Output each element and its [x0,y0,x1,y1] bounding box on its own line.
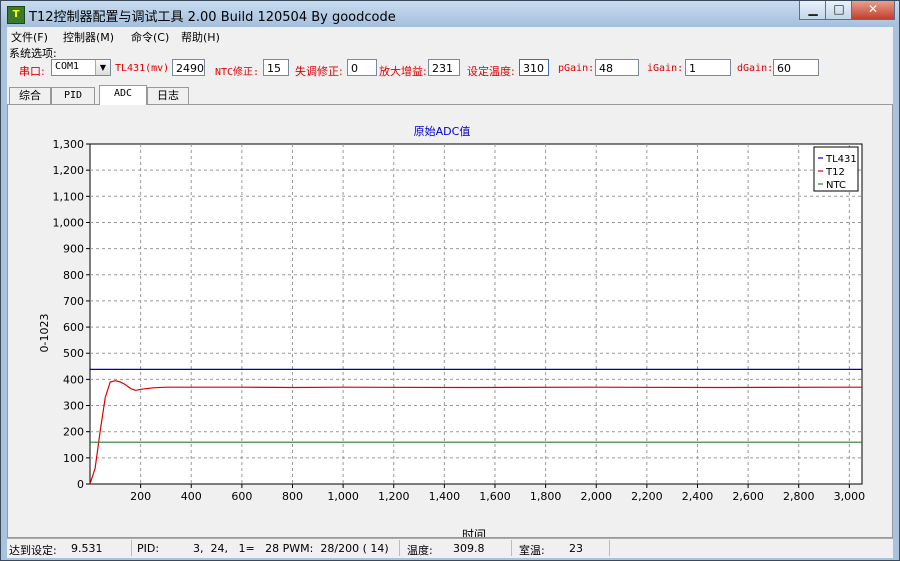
y-tick-label: 1,200 [53,164,85,177]
dgain-label: dGain: [737,63,774,74]
status-pid-label: PID: [137,542,160,555]
plot-area [89,143,863,485]
chevron-down-icon[interactable]: ▼ [95,60,110,75]
y-tick-label: 700 [63,295,84,308]
x-tick-label: 400 [181,490,202,503]
pgain-label: pGain: [558,63,595,74]
x-tick-label: 2,600 [732,490,764,503]
status-temp-label: 温度: [407,544,433,557]
status-separator [511,540,512,556]
x-tick-label: 1,400 [429,490,461,503]
close-button[interactable]: ✕ [851,1,895,20]
status-room-label: 室温: [519,544,545,557]
port-select-value: COM1 [55,61,80,72]
y-tick-label: 100 [63,452,84,465]
y-tick-label: 200 [63,426,84,439]
ntc-field[interactable]: 15 [263,59,289,76]
x-tick-label: 1,600 [479,490,511,503]
y-tick-label: 1,100 [53,190,85,203]
menu-command[interactable]: 命令(C) [131,29,169,45]
menu-file[interactable]: 文件(F) [11,29,48,45]
y-tick-label: 900 [63,243,84,256]
status-pid-value: 3, 24, 1= 28 PWM: 28/200 ( 14) [193,542,389,555]
menu-help[interactable]: 帮助(H) [181,29,220,45]
menu-bar: 文件(F) 控制器(M) 命令(C) 帮助(H) [7,27,893,44]
offset-label: 失调修正: [295,65,343,78]
y-tick-label: 1,000 [53,216,85,229]
adc-chart: 原始ADC值 时间 0-1023 200 400 600 800 1,000 1,200 1… [38,124,866,537]
x-tick-label: 1,000 [327,490,359,503]
menu-controller[interactable]: 控制器(M) [63,29,114,45]
app-window: T T12控制器配置与调试工具 2.00 Build 120504 By goo… [0,0,900,561]
y-tick-label: 600 [63,321,84,334]
window-title: T12控制器配置与调试工具 2.00 Build 120504 By goodc… [29,10,396,25]
status-bar: 达到设定: 9.531 PID: 3, 24, 1= 28 PWM: 28/20… [7,538,893,558]
status-separator [609,540,610,556]
tl431-field[interactable]: 2490 [172,59,205,76]
set-temp-field[interactable]: 310 [519,59,549,76]
tab-overview[interactable]: 综合 [9,87,51,104]
y-axis-label: 0-1023 [38,314,51,353]
title-bar[interactable]: T T12控制器配置与调试工具 2.00 Build 120504 By goo… [1,1,899,27]
y-tick-label: 500 [63,347,84,360]
y-tick-label: 400 [63,373,84,386]
status-temp-value: 309.8 [453,542,485,555]
status-reached-label: 达到设定: [9,544,57,557]
tab-pid[interactable]: PID [51,87,95,104]
status-separator [399,540,400,556]
y-tick-label: 300 [63,400,84,413]
grid-layer [89,143,863,485]
x-tick-label: 1,800 [530,490,562,503]
app-icon[interactable]: T [7,6,25,24]
x-tick-label: 2,400 [682,490,714,503]
igain-field[interactable]: 1 [685,59,731,76]
legend: TL431 T12 NTC [813,146,859,192]
gain-field[interactable]: 231 [428,59,460,76]
chart-title: 原始ADC值 [414,124,471,138]
x-tick-label: 3,000 [834,490,866,503]
tab-adc[interactable]: ADC [99,85,147,105]
pgain-field[interactable]: 48 [595,59,639,76]
x-tick-label: 200 [130,490,151,503]
offset-field[interactable]: 0 [347,59,377,76]
y-tick-label: 1,300 [53,138,85,151]
status-separator [131,540,132,556]
x-tick-label: 600 [231,490,252,503]
x-tick-label: 1,200 [378,490,410,503]
settings-row: 串口: COM1 ▼ TL431(mv) 2490 NTC修正: 15 失调修正… [7,58,893,80]
ntc-label: NTC修正: [215,67,260,78]
legend-label: NTC [826,180,846,191]
y-tick-label: 0 [77,478,84,491]
client-area: 文件(F) 控制器(M) 命令(C) 帮助(H) 系统选项: 串口: COM1 … [7,27,893,558]
adc-panel: 原始ADC值 时间 0-1023 200 400 600 800 1,000 1,200 1… [7,104,893,538]
igain-label: iGain: [647,63,684,74]
dgain-field[interactable]: 60 [773,59,819,76]
legend-label: TL431 [825,154,857,165]
legend-label: T12 [825,167,845,178]
port-label: 串口: [19,65,45,78]
x-tick-label: 2,800 [783,490,815,503]
maximize-button[interactable]: □ [825,1,853,20]
x-tick-label: 2,000 [580,490,612,503]
x-axis-label: 时间 [462,528,486,537]
status-room-value: 23 [569,542,583,555]
set-temp-label: 设定温度: [467,65,515,78]
tab-log[interactable]: 日志 [147,87,189,104]
x-tick-label: 800 [282,490,303,503]
status-reached-value: 9.531 [71,542,103,555]
tab-strip: 综合 PID ADC 日志 [7,85,893,105]
minimize-button[interactable]: ▁ [799,1,827,20]
y-tick-label: 800 [63,269,84,282]
gain-label: 放大增益: [379,65,427,78]
x-tick-label: 2,200 [631,490,663,503]
tl431-label: TL431(mv) [115,63,170,74]
port-select[interactable]: COM1 ▼ [51,59,111,76]
